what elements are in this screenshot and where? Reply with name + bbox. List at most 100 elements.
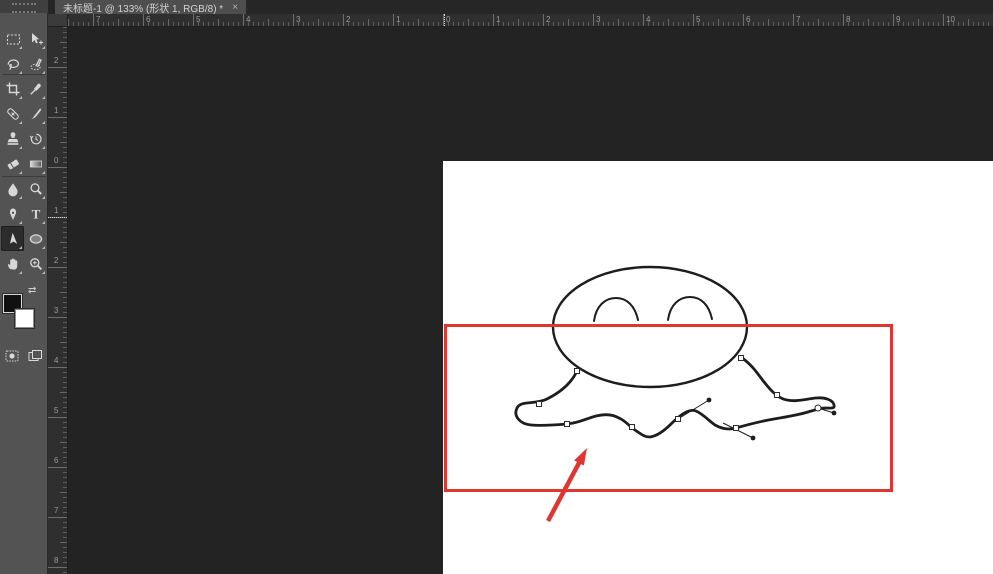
tools-panel-grip[interactable] [0, 0, 48, 13]
ruler-label: 2 [54, 56, 59, 65]
ruler-major-tick [48, 117, 67, 118]
vertical-ruler[interactable]: 2 1 0 1 2 3 4 5 6 7 8 [48, 27, 68, 574]
document-canvas[interactable] [443, 161, 993, 574]
ruler-major-tick [48, 267, 67, 268]
brush-tool[interactable] [24, 101, 47, 126]
blur-tool[interactable] [1, 176, 24, 201]
healing-brush-icon [6, 107, 19, 120]
eyedropper-tool[interactable] [24, 76, 47, 101]
ruler-major-tick [243, 14, 244, 26]
zoom-icon [29, 257, 42, 270]
clone-stamp-tool[interactable] [1, 126, 24, 151]
ruler-label: 1 [396, 15, 401, 24]
ruler-label: 9 [896, 15, 901, 24]
dodge-tool[interactable] [24, 176, 47, 201]
ruler-major-tick [943, 14, 944, 26]
gradient-icon [29, 160, 42, 167]
document-tab-title: 未标题-1 @ 133% (形状 1, RGB/8) * [63, 3, 224, 15]
ruler-label: 5 [696, 15, 701, 24]
mouse-position-marker [444, 14, 445, 26]
ruler-major-tick [93, 14, 94, 26]
ruler-label: 1 [54, 106, 59, 115]
rectangular-marquee-tool[interactable] [1, 26, 24, 51]
ruler-label: 7 [96, 15, 101, 24]
svg-text:T: T [31, 206, 40, 221]
ruler-label: 4 [646, 15, 651, 24]
ruler-mid-ticks [60, 27, 67, 574]
crop-icon [6, 82, 19, 95]
eyedropper-icon [29, 83, 41, 95]
brush-icon [30, 108, 41, 119]
crop-tool[interactable] [1, 76, 24, 101]
background-color-swatch[interactable] [15, 309, 34, 328]
dodge-icon [29, 182, 42, 195]
gradient-tool[interactable] [24, 151, 47, 176]
horizontal-ruler[interactable]: 7 6 5 4 3 2 1 0 1 2 3 4 5 6 7 8 9 10 [68, 14, 993, 27]
ruler-major-tick [48, 67, 67, 68]
ruler-mid-ticks [68, 19, 993, 26]
ruler-label: 2 [546, 15, 551, 24]
ruler-major-tick [543, 14, 544, 26]
ruler-label: 4 [246, 15, 251, 24]
ruler-label: 0 [446, 15, 451, 24]
screen-mode-icon [28, 350, 42, 361]
hand-icon [7, 257, 17, 270]
ruler-label: 7 [796, 15, 801, 24]
ruler-label: 3 [54, 306, 59, 315]
toolbar-bottom-buttons [0, 344, 48, 370]
tab-close-icon[interactable]: × [232, 2, 238, 13]
zoom-tool[interactable] [24, 251, 47, 276]
hand-tool[interactable] [1, 251, 24, 276]
quick-selection-tool[interactable] [24, 51, 47, 76]
ruler-major-tick [48, 567, 67, 568]
ruler-major-tick [643, 14, 644, 26]
swap-colors-icon[interactable]: ⇄ [28, 286, 36, 296]
tool-group-divider [2, 74, 46, 75]
document-tab[interactable]: 未标题-1 @ 133% (形状 1, RGB/8) * × [55, 0, 248, 15]
history-brush-tool[interactable] [24, 126, 47, 151]
ruler-major-tick [193, 14, 194, 26]
ellipse-shape-icon [29, 233, 42, 244]
healing-brush-tool[interactable] [1, 101, 24, 126]
ruler-major-tick [893, 14, 894, 26]
ruler-major-tick [343, 14, 344, 26]
ruler-major-tick [48, 317, 67, 318]
pen-icon [9, 208, 16, 220]
eraser-tool[interactable] [1, 151, 24, 176]
blur-icon [7, 182, 18, 196]
lasso-tool[interactable] [1, 51, 24, 76]
mouse-position-marker [48, 217, 67, 218]
lasso-icon [7, 58, 19, 70]
history-brush-icon [29, 133, 42, 144]
ruler-major-tick [48, 467, 67, 468]
quick-selection-icon [30, 58, 42, 70]
ruler-label: 3 [296, 15, 301, 24]
ruler-major-tick [48, 367, 67, 368]
ruler-label: 10 [946, 15, 955, 24]
quick-mask-icon [5, 350, 19, 362]
clone-stamp-icon [7, 131, 18, 145]
pen-tool[interactable] [1, 201, 24, 226]
path-selection-tool[interactable] [1, 226, 24, 251]
move-tool[interactable] [24, 26, 47, 51]
ruler-major-tick [143, 14, 144, 26]
ruler-major-tick [743, 14, 744, 26]
ellipse-shape-tool[interactable] [24, 226, 47, 251]
screen-mode-button[interactable] [24, 344, 46, 368]
ruler-label: 3 [596, 15, 601, 24]
ruler-major-tick [693, 14, 694, 26]
ruler-major-tick [593, 14, 594, 26]
type-tool[interactable]: T [24, 201, 47, 226]
ruler-label: 6 [146, 15, 151, 24]
ruler-label: 8 [846, 15, 851, 24]
move-icon [31, 32, 43, 44]
color-swatches: ⇄ [0, 286, 48, 338]
ruler-label: 6 [54, 456, 59, 465]
document-tab-bar: 未标题-1 @ 133% (形状 1, RGB/8) * × [48, 0, 993, 15]
ruler-label: 2 [54, 256, 59, 265]
ruler-major-tick [843, 14, 844, 26]
ruler-corner[interactable] [48, 14, 68, 27]
ruler-major-tick [493, 14, 494, 26]
pasteboard [68, 27, 993, 574]
quick-mask-button[interactable] [1, 344, 23, 368]
